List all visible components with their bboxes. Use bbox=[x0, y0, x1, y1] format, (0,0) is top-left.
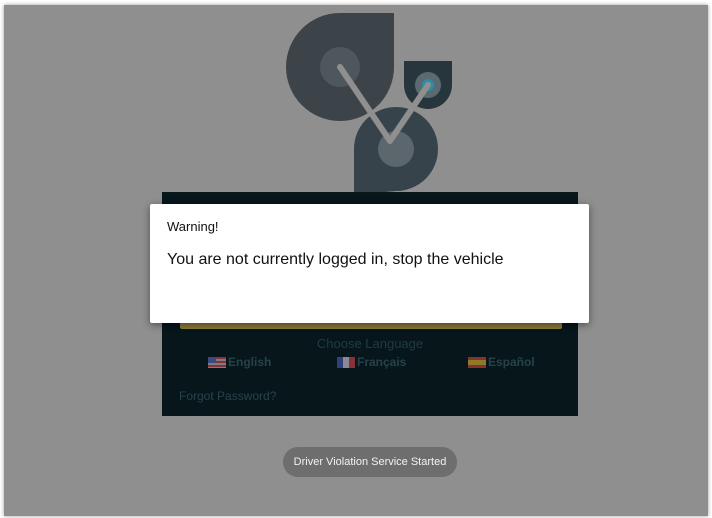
language-label: English bbox=[228, 355, 272, 369]
app-screen: Choose Language English Français Español… bbox=[4, 5, 708, 516]
us-flag-icon bbox=[208, 356, 226, 368]
dialog-message: You are not currently logged in, stop th… bbox=[167, 251, 504, 268]
france-flag-icon bbox=[337, 356, 355, 368]
language-option-english[interactable]: English bbox=[208, 355, 271, 369]
language-option-french[interactable]: Français bbox=[337, 355, 406, 369]
language-label: Español bbox=[488, 355, 535, 369]
spain-flag-icon bbox=[468, 356, 486, 368]
app-logo bbox=[286, 13, 452, 195]
choose-language-label: Choose Language bbox=[316, 336, 424, 351]
forgot-password-link[interactable]: Forgot Password? bbox=[179, 389, 276, 403]
language-label: Français bbox=[357, 355, 407, 369]
language-option-spanish[interactable]: Español bbox=[468, 355, 535, 369]
warning-dialog: Warning! You are not currently logged in… bbox=[150, 204, 589, 323]
dialog-title: Warning! bbox=[167, 219, 219, 234]
toast-message: Driver Violation Service Started bbox=[283, 447, 457, 477]
